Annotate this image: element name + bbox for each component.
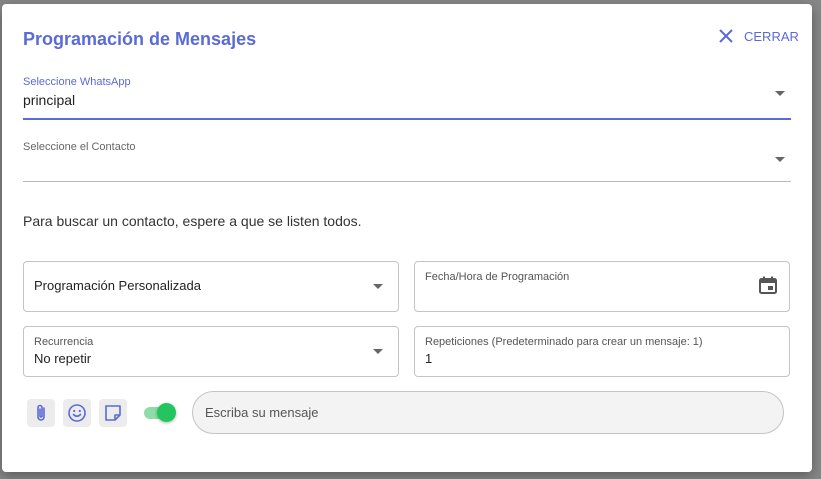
signature-toggle[interactable] — [144, 403, 176, 423]
emoji-icon — [68, 404, 86, 422]
repetitions-field[interactable]: Repeticiones (Predeterminado para crear … — [414, 326, 790, 377]
schedule-type-select[interactable]: Programación Personalizada — [23, 261, 399, 312]
calendar-icon[interactable] — [758, 275, 778, 295]
schedule-dialog: Programación de Mensajes CERRAR Seleccio… — [2, 4, 812, 472]
dialog-title: Programación de Mensajes — [23, 29, 257, 49]
repetitions-field-value: 1 — [425, 351, 433, 366]
contact-select[interactable]: Seleccione el Contacto — [23, 139, 791, 182]
recurrence-select-label: Recurrencia — [34, 336, 94, 348]
chevron-down-icon[interactable] — [775, 91, 785, 96]
message-input[interactable] — [192, 391, 784, 434]
sticker-button[interactable] — [99, 399, 127, 427]
emoji-button[interactable] — [63, 399, 91, 427]
recurrence-select-value: No repetir — [34, 351, 92, 366]
chevron-down-icon[interactable] — [373, 284, 383, 289]
whatsapp-select-value: principal — [23, 92, 76, 108]
toggle-thumb — [157, 403, 176, 422]
paperclip-icon — [37, 404, 45, 421]
whatsapp-select-label: Seleccione WhatsApp — [23, 76, 131, 88]
datetime-field[interactable]: Fecha/Hora de Programación — [414, 261, 790, 312]
close-icon — [719, 29, 733, 43]
repetitions-field-label: Repeticiones (Predeterminado para crear … — [425, 336, 703, 348]
chevron-down-icon[interactable] — [373, 349, 383, 354]
recurrence-select[interactable]: Recurrencia No repetir — [23, 326, 399, 377]
close-button[interactable]: CERRAR — [718, 22, 799, 50]
close-button-label: CERRAR — [744, 28, 799, 44]
contact-search-hint: Para buscar un contacto, espere a que se… — [23, 213, 362, 229]
datetime-field-label: Fecha/Hora de Programación — [425, 271, 570, 283]
chevron-down-icon[interactable] — [775, 157, 785, 162]
whatsapp-select[interactable]: Seleccione WhatsApp principal — [23, 74, 791, 120]
schedule-type-value: Programación Personalizada — [34, 278, 201, 293]
sticker-icon — [105, 405, 121, 421]
attach-button[interactable] — [27, 399, 55, 427]
contact-select-label: Seleccione el Contacto — [23, 141, 136, 153]
